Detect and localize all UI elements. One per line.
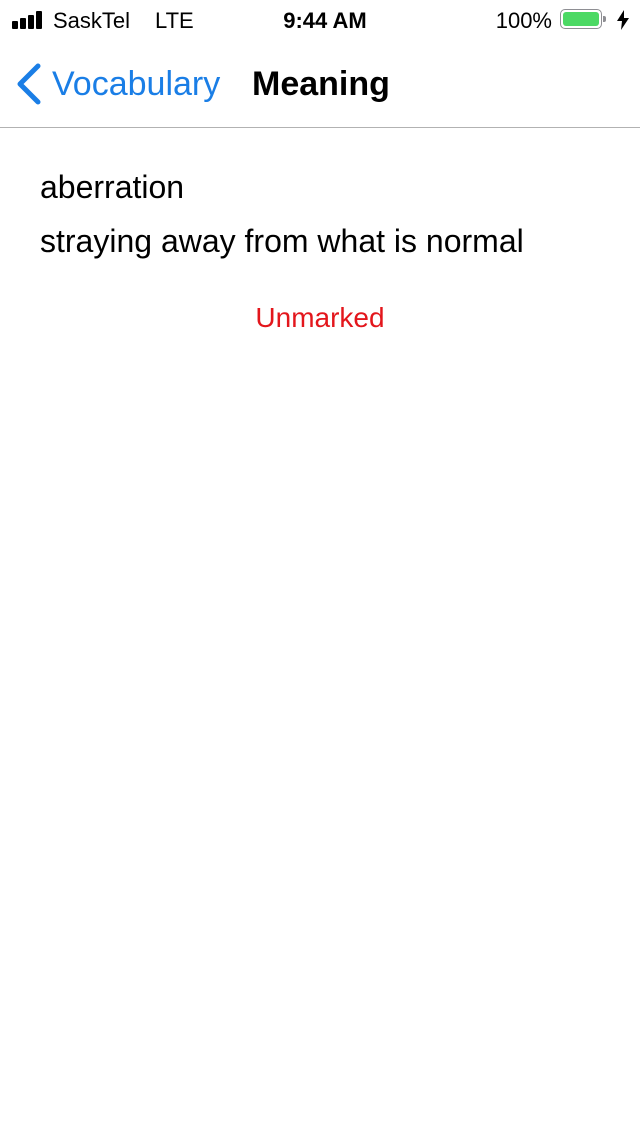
back-button[interactable]: Vocabulary (14, 60, 220, 108)
status-bar: SaskTel LTE 9:44 AM 100% (0, 0, 640, 40)
chevron-left-icon (17, 63, 41, 105)
battery-icon (560, 9, 606, 31)
battery-level-fill (563, 12, 599, 26)
mark-status-button[interactable]: Unmarked (0, 300, 640, 336)
back-button-label: Vocabulary (52, 65, 221, 103)
lightning-bolt-icon (617, 10, 629, 30)
page-title: Meaning (252, 65, 390, 103)
battery-percentage: 100% (495, 8, 552, 33)
vocabulary-word: aberration (40, 169, 185, 205)
word-definition: straying away from what is normal (40, 223, 524, 259)
navigation-bar: Vocabulary Meaning (0, 40, 640, 128)
